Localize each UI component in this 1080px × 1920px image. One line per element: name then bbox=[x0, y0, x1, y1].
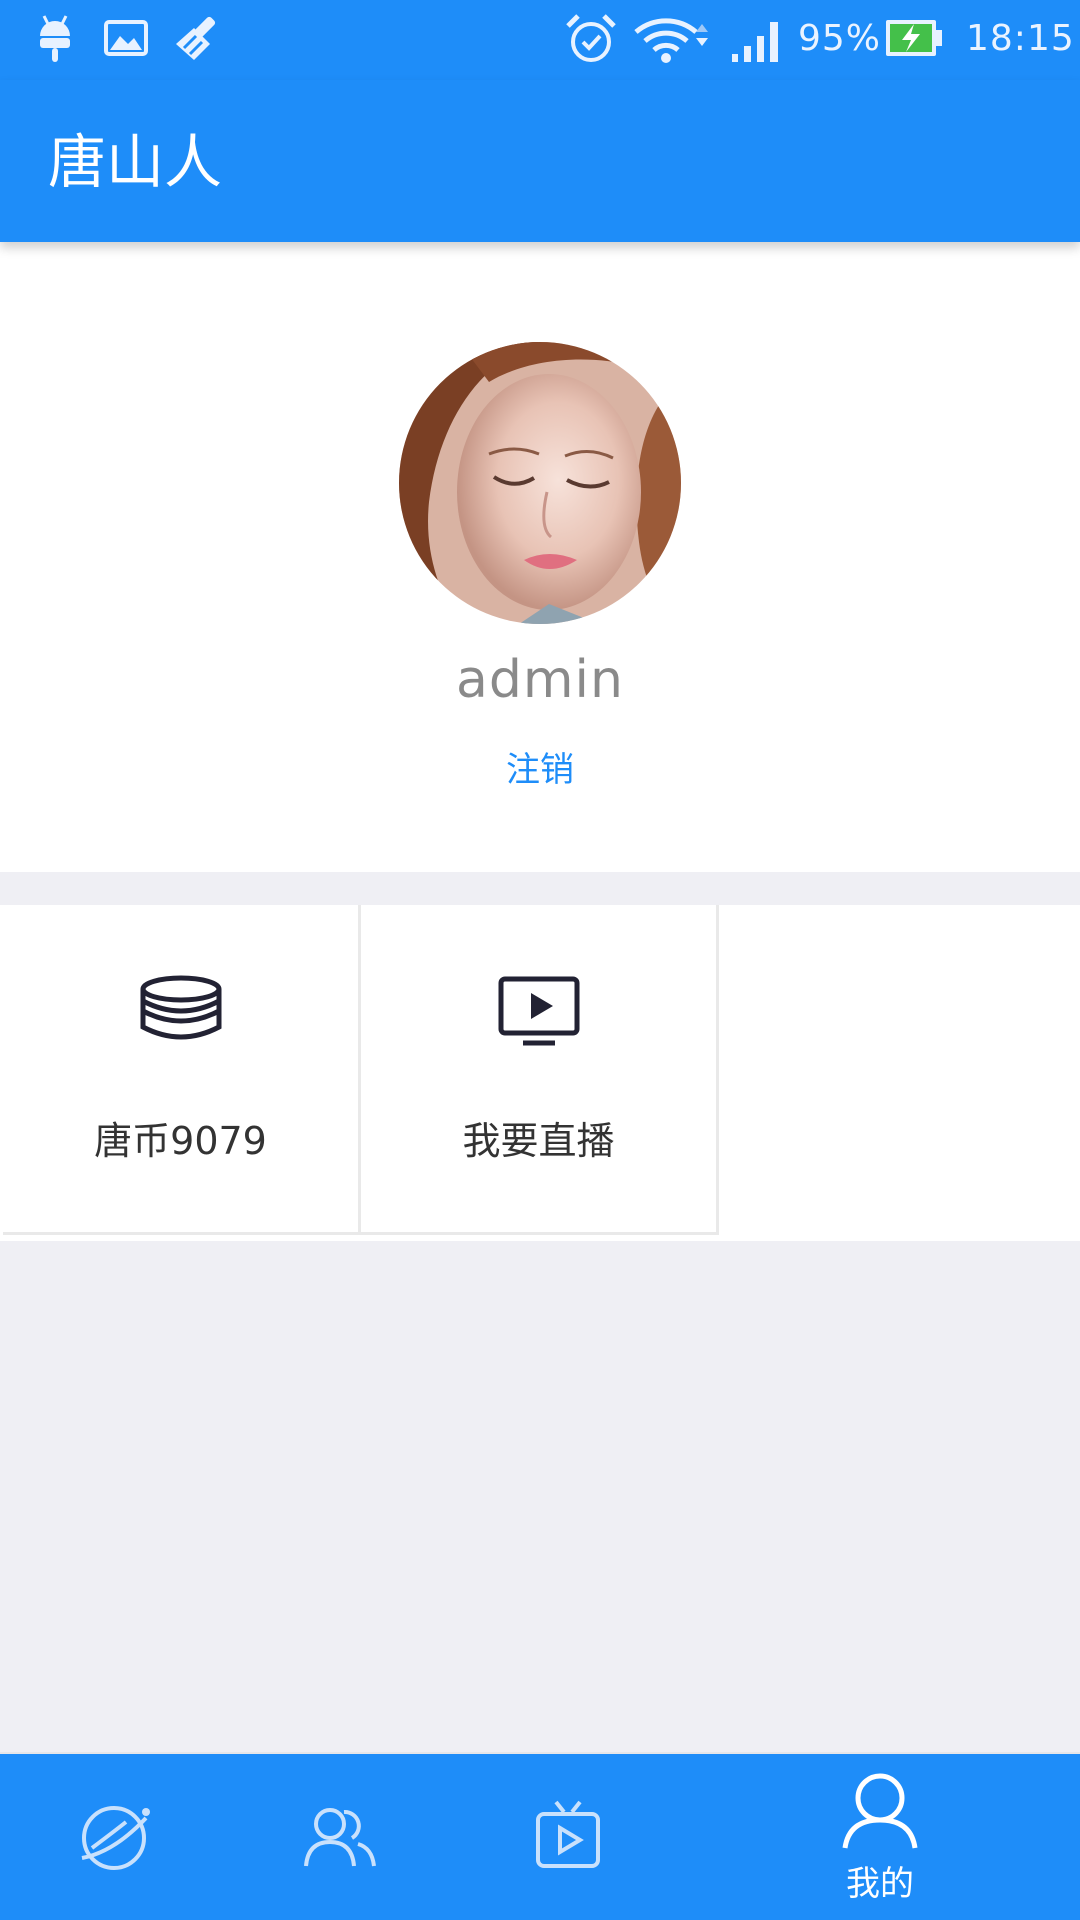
live-stream-label: 我要直播 bbox=[462, 1119, 615, 1163]
app-bar: 唐山人 bbox=[0, 80, 1080, 242]
battery-percent: 95% bbox=[798, 18, 882, 59]
broom-icon bbox=[172, 14, 224, 66]
planet-icon bbox=[76, 1800, 152, 1880]
live-stream-cell[interactable]: 我要直播 bbox=[361, 905, 719, 1235]
nav-me-label: 我的 bbox=[846, 1864, 914, 1904]
wifi-icon bbox=[634, 14, 714, 68]
tv-play-icon bbox=[534, 1798, 602, 1874]
empty-cell bbox=[719, 905, 1080, 1235]
feature-grid: 唐币9079 我要直播 bbox=[0, 905, 1080, 1241]
nav-live[interactable] bbox=[492, 1754, 642, 1920]
alarm-icon bbox=[564, 12, 618, 70]
live-tv-icon bbox=[361, 975, 716, 1055]
signal-icon bbox=[730, 16, 786, 66]
screen: 95% 18:15 唐山人 admin 注销 唐币9079 我要直播 我的 bbox=[0, 0, 1080, 1920]
user-icon bbox=[841, 1772, 919, 1854]
clock-time: 18:15 bbox=[966, 18, 1075, 59]
bottom-nav: 我的 bbox=[0, 1752, 1080, 1920]
profile-section: admin 注销 bbox=[0, 242, 1080, 872]
logout-link[interactable]: 注销 bbox=[440, 742, 640, 791]
nav-me[interactable]: 我的 bbox=[805, 1754, 955, 1920]
battery-charging-icon bbox=[884, 18, 944, 62]
contacts-icon bbox=[304, 1804, 376, 1872]
status-bar: 95% 18:15 bbox=[0, 0, 1080, 80]
nav-discover[interactable] bbox=[40, 1754, 190, 1920]
avatar[interactable] bbox=[399, 342, 681, 624]
image-icon bbox=[104, 20, 148, 60]
username: admin bbox=[456, 650, 624, 710]
coins-stack-icon bbox=[3, 975, 358, 1055]
page-title: 唐山人 bbox=[48, 128, 223, 196]
nav-contacts[interactable] bbox=[266, 1754, 416, 1920]
coins-cell[interactable]: 唐币9079 bbox=[3, 905, 361, 1235]
android-debug-icon bbox=[36, 14, 74, 66]
coins-label: 唐币9079 bbox=[94, 1119, 267, 1163]
